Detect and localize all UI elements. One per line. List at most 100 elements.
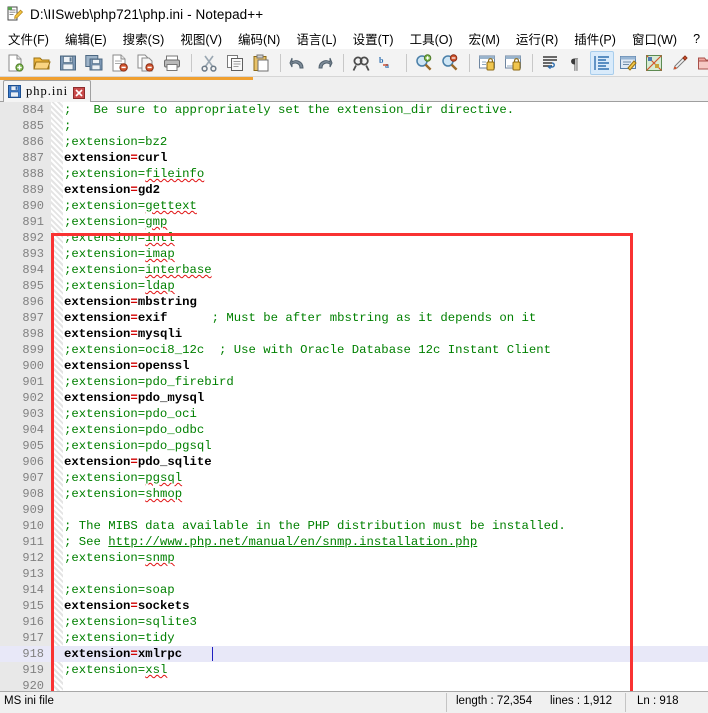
color-picker-icon[interactable] (668, 51, 692, 75)
code-line[interactable]: 917 ;extension=tidy (0, 630, 708, 646)
menu-tools[interactable]: 工具(O) (410, 29, 453, 48)
sync-horizontal-scroll-icon[interactable] (501, 51, 525, 75)
code-line[interactable]: 890 ;extension=gettext (0, 198, 708, 214)
print-icon[interactable] (160, 51, 184, 75)
show-whitespace-icon[interactable] (642, 51, 666, 75)
menu-search[interactable]: 搜索(S) (123, 29, 165, 48)
code-line[interactable]: 896 extension=mbstring (0, 294, 708, 310)
zoom-in-icon[interactable] (412, 51, 436, 75)
menu-plugins[interactable]: 插件(P) (574, 29, 616, 48)
code-line[interactable]: 903 ;extension=pdo_oci (0, 406, 708, 422)
code-line[interactable]: 898 extension=mysqli (0, 326, 708, 342)
code-line[interactable]: 900 extension=openssl (0, 358, 708, 374)
menu-view[interactable]: 视图(V) (180, 29, 222, 48)
status-length: length : 72,354 (456, 695, 533, 707)
line-number: 918 (0, 646, 44, 662)
code-line[interactable]: 911 ; See http://www.php.net/manual/en/sn… (0, 534, 708, 550)
menu-file[interactable]: 文件(F) (8, 29, 49, 48)
line-number: 902 (22, 391, 44, 405)
status-ln: Ln : 918 (637, 695, 679, 707)
code-line[interactable]: 895 ;extension=ldap (0, 278, 708, 294)
code-line[interactable]: 884 ; Be sure to appropriately set the ex… (0, 102, 708, 118)
close-all-files-icon[interactable] (134, 51, 158, 75)
menu-encoding[interactable]: 编码(N) (238, 29, 280, 48)
code-line[interactable]: 893 ;extension=imap (0, 246, 708, 262)
word-wrap-icon[interactable] (538, 51, 562, 75)
code-line[interactable]: 906 extension=pdo_sqlite (0, 454, 708, 470)
code-line[interactable]: 914 ;extension=soap (0, 582, 708, 598)
show-all-characters-icon[interactable]: ¶ (564, 51, 588, 75)
code-line[interactable]: 887 extension=curl (0, 150, 708, 166)
code-line[interactable]: 916 ;extension=sqlite3 (0, 614, 708, 630)
zoom-out-icon[interactable] (438, 51, 462, 75)
code-line[interactable]: 905 ;extension=pdo_pgsql (0, 438, 708, 454)
code-content[interactable]: 884 ; Be sure to appropriately set the ex… (0, 102, 708, 693)
text-caret (212, 647, 213, 661)
line-text: ;extension=intl (64, 231, 175, 245)
svg-text:¶: ¶ (571, 56, 579, 72)
svg-text:b: b (379, 56, 384, 65)
code-line[interactable]: 909 (0, 502, 708, 518)
user-defined-dialog-icon[interactable] (616, 51, 640, 75)
code-line[interactable]: 892 ;extension=intl (0, 230, 708, 246)
line-number: 910 (22, 519, 44, 533)
menu-macro[interactable]: 宏(M) (469, 29, 500, 48)
open-file-icon[interactable] (30, 51, 54, 75)
code-line[interactable]: 886 ;extension=bz2 (0, 134, 708, 150)
undo-icon[interactable] (286, 51, 310, 75)
line-number: 889 (22, 183, 44, 197)
line-text: ;extension=fileinfo (64, 167, 205, 181)
code-line[interactable]: 907 ;extension=pgsql (0, 470, 708, 486)
line-text: ;extension=gettext (64, 199, 197, 213)
menu-run[interactable]: 运行(R) (516, 29, 558, 48)
save-icon[interactable] (56, 51, 80, 75)
line-number: 906 (22, 455, 44, 469)
code-line[interactable]: 889 extension=gd2 (0, 182, 708, 198)
code-line[interactable]: 915 extension=sockets (0, 598, 708, 614)
code-line[interactable]: 918 extension=xmlrpc (0, 646, 708, 662)
line-number: 919 (22, 663, 44, 677)
line-text: ;extension=interbase (64, 263, 212, 277)
tab-php-ini[interactable]: php.ini (3, 80, 92, 102)
copy-icon[interactable] (223, 51, 247, 75)
code-line[interactable]: 901 ;extension=pdo_firebird (0, 374, 708, 390)
folder-as-workspace-icon[interactable] (694, 51, 708, 75)
menu-language[interactable]: 语言(L) (296, 29, 336, 48)
tab-label: php.ini (26, 84, 69, 98)
code-line[interactable]: 894 ;extension=interbase (0, 262, 708, 278)
menu-edit[interactable]: 编辑(E) (65, 29, 107, 48)
tool-bar: ba ¶ (0, 49, 708, 77)
replace-icon[interactable]: ba (375, 51, 399, 75)
code-line[interactable]: 904 ;extension=pdo_odbc (0, 422, 708, 438)
line-text: extension=xmlrpc (64, 647, 183, 661)
close-icon[interactable] (73, 86, 86, 99)
find-icon[interactable] (349, 51, 373, 75)
line-number: 896 (22, 295, 44, 309)
paste-icon[interactable] (249, 51, 273, 75)
menu-help[interactable]: ? (693, 32, 700, 46)
save-all-icon[interactable] (82, 51, 106, 75)
code-line[interactable]: 910 ; The MIBS data available in the PHP … (0, 518, 708, 534)
menu-settings[interactable]: 设置(T) (353, 29, 394, 48)
menu-window[interactable]: 窗口(W) (632, 29, 677, 48)
line-number: 911 (22, 535, 44, 549)
code-line[interactable]: 899 ;extension=oci8_12c ; Use with Oracle… (0, 342, 708, 358)
new-file-icon[interactable] (4, 51, 28, 75)
code-line[interactable]: 888 ;extension=fileinfo (0, 166, 708, 182)
code-line[interactable]: 912 ;extension=snmp (0, 550, 708, 566)
sync-vertical-scroll-icon[interactable] (475, 51, 499, 75)
line-number: 901 (22, 375, 44, 389)
close-file-icon[interactable] (108, 51, 132, 75)
editor-area[interactable]: 884 ; Be sure to appropriately set the ex… (0, 102, 708, 693)
line-text: ;extension=pgsql (64, 471, 183, 485)
redo-icon[interactable] (312, 51, 336, 75)
cut-icon[interactable] (197, 51, 221, 75)
code-line[interactable]: 885; (0, 118, 708, 134)
code-line[interactable]: 913 (0, 566, 708, 582)
indent-guide-icon[interactable] (590, 50, 614, 75)
code-line[interactable]: 919 ;extension=xsl (0, 662, 708, 678)
code-line[interactable]: 902 extension=pdo_mysql (0, 390, 708, 406)
code-line[interactable]: 908 ;extension=shmop (0, 486, 708, 502)
code-line[interactable]: 891 ;extension=gmp (0, 214, 708, 230)
code-line[interactable]: 897 extension=exif ; Must be after mbstri… (0, 310, 708, 326)
